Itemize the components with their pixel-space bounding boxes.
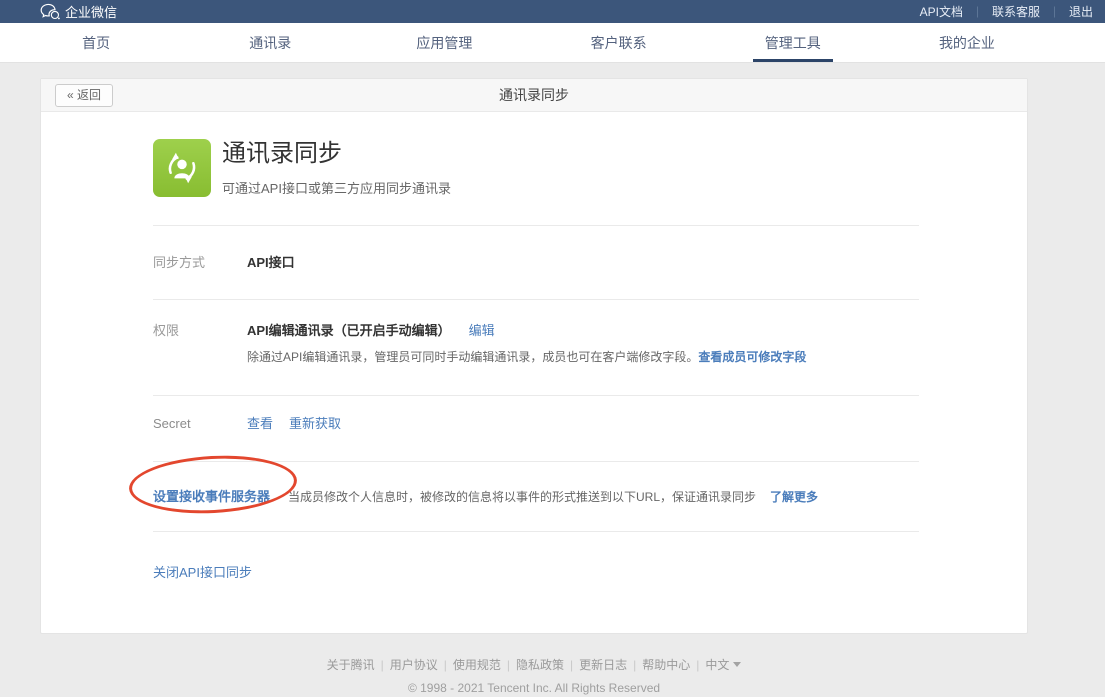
tab-app-management[interactable]: 应用管理 (357, 23, 531, 62)
topbar-link-support[interactable]: 联系客服 (992, 3, 1040, 20)
row-permission: 权限 API编辑通讯录（已开启手动编辑） 编辑 除通过API编辑通讯录，管理员可… (153, 300, 919, 396)
callback-description-text: 当成员修改个人信息时，被修改的信息将以事件的形式推送到以下URL，保证通讯录同步 (288, 490, 756, 504)
refresh-secret-link[interactable]: 重新获取 (289, 413, 341, 432)
language-label: 中文 (705, 658, 729, 672)
language-selector[interactable]: 中文 (705, 658, 741, 672)
topbar: 企业微信 API文档 ｜ 联系客服 ｜ 退出 (0, 0, 1105, 23)
app-icon-tile (153, 139, 211, 197)
permission-description-text: 除通过API编辑通讯录，管理员可同时手动编辑通讯录，成员也可在客户端修改字段。 (247, 350, 698, 364)
tab-contacts[interactable]: 通讯录 (183, 23, 357, 62)
topbar-link-logout[interactable]: 退出 (1069, 3, 1093, 20)
separator: | (381, 658, 384, 672)
footer-link-privacy-policy[interactable]: 隐私政策 (516, 658, 564, 672)
separator: ｜ (972, 4, 983, 20)
row-close-sync: 关闭API接口同步 (153, 532, 919, 633)
row-secret: Secret 查看 重新获取 (153, 396, 919, 462)
separator: | (444, 658, 447, 672)
page-title: 通讯录同步 (41, 85, 1027, 105)
topbar-link-api-docs[interactable]: API文档 (920, 3, 963, 20)
nav-tabs: 首页 通讯录 应用管理 客户联系 管理工具 我的企业 (9, 23, 1054, 62)
footer-link-usage-rules[interactable]: 使用规范 (453, 658, 501, 672)
row-label: 权限 (153, 320, 247, 339)
set-callback-server-link[interactable]: 设置接收事件服务器 (153, 486, 288, 505)
tab-label: 通讯录 (249, 33, 291, 53)
tab-my-company[interactable]: 我的企业 (880, 23, 1054, 62)
footer-link-about-tencent[interactable]: 关于腾讯 (327, 658, 375, 672)
tab-label: 首页 (82, 33, 110, 53)
app-header: 通讯录同步 可通过API接口或第三方应用同步通讯录 (153, 112, 919, 226)
tab-label: 客户联系 (591, 33, 647, 53)
brand-name: 企业微信 (65, 2, 117, 21)
tab-customer-relations[interactable]: 客户联系 (532, 23, 706, 62)
row-sync-method: 同步方式 API接口 (153, 226, 919, 300)
permission-description: 除通过API编辑通讯录，管理员可同时手动编辑通讯录，成员也可在客户端修改字段。查… (247, 348, 919, 365)
footer-links: 关于腾讯 | 用户协议 | 使用规范 | 隐私政策 | 更新日志 | 帮助中心 | 中文 (40, 656, 1028, 673)
close-api-sync-link[interactable]: 关闭API接口同步 (153, 565, 252, 580)
app-subtitle: 可通过API接口或第三方应用同步通讯录 (222, 178, 451, 197)
card-body: 通讯录同步 可通过API接口或第三方应用同步通讯录 同步方式 API接口 权限 … (153, 112, 919, 633)
edit-permission-link[interactable]: 编辑 (469, 320, 495, 339)
tab-label: 应用管理 (416, 33, 472, 53)
row-callback-server: 设置接收事件服务器 当成员修改个人信息时，被修改的信息将以事件的形式推送到以下U… (153, 462, 919, 532)
brand-logo[interactable]: 企业微信 (40, 2, 117, 21)
view-editable-fields-link[interactable]: 查看成员可修改字段 (698, 350, 806, 364)
row-label: 同步方式 (153, 252, 247, 271)
footer: 关于腾讯 | 用户协议 | 使用规范 | 隐私政策 | 更新日志 | 帮助中心 | 中文 © 1998 … (40, 656, 1028, 695)
chevron-down-icon (733, 662, 741, 667)
copyright: © 1998 - 2021 Tencent Inc. All Rights Re… (40, 681, 1028, 695)
separator: ｜ (1049, 4, 1060, 20)
separator: | (696, 658, 699, 672)
learn-more-link[interactable]: 了解更多 (770, 490, 818, 504)
row-label: Secret (153, 416, 247, 431)
sync-method-value: API接口 (247, 252, 295, 271)
screen: 企业微信 API文档 ｜ 联系客服 ｜ 退出 首页 通讯录 应用管理 客户联系 … (0, 0, 1105, 695)
tab-label: 我的企业 (939, 33, 995, 53)
card-header: « 返回 通讯录同步 (41, 79, 1027, 112)
app-title: 通讯录同步 (222, 140, 451, 169)
main-nav: 首页 通讯录 应用管理 客户联系 管理工具 我的企业 (0, 23, 1105, 63)
topbar-links: API文档 ｜ 联系客服 ｜ 退出 (920, 3, 1093, 20)
separator: | (507, 658, 510, 672)
contacts-sync-card: « 返回 通讯录同步 (40, 78, 1028, 634)
app-title-block: 通讯录同步 可通过API接口或第三方应用同步通讯录 (222, 139, 451, 197)
footer-link-help-center[interactable]: 帮助中心 (642, 658, 690, 672)
separator: | (633, 658, 636, 672)
separator: | (570, 658, 573, 672)
callback-description: 当成员修改个人信息时，被修改的信息将以事件的形式推送到以下URL，保证通讯录同步… (288, 488, 818, 505)
tab-label: 管理工具 (765, 33, 821, 53)
back-button[interactable]: « 返回 (55, 84, 113, 107)
wecom-logo-icon (40, 3, 60, 20)
tab-home[interactable]: 首页 (9, 23, 183, 62)
footer-link-changelog[interactable]: 更新日志 (579, 658, 627, 672)
contacts-sync-icon (163, 149, 201, 187)
tab-admin-tools[interactable]: 管理工具 (706, 23, 880, 62)
footer-link-user-agreement[interactable]: 用户协议 (390, 658, 438, 672)
view-secret-link[interactable]: 查看 (247, 413, 273, 432)
permission-value: API编辑通讯录（已开启手动编辑） (247, 320, 451, 339)
